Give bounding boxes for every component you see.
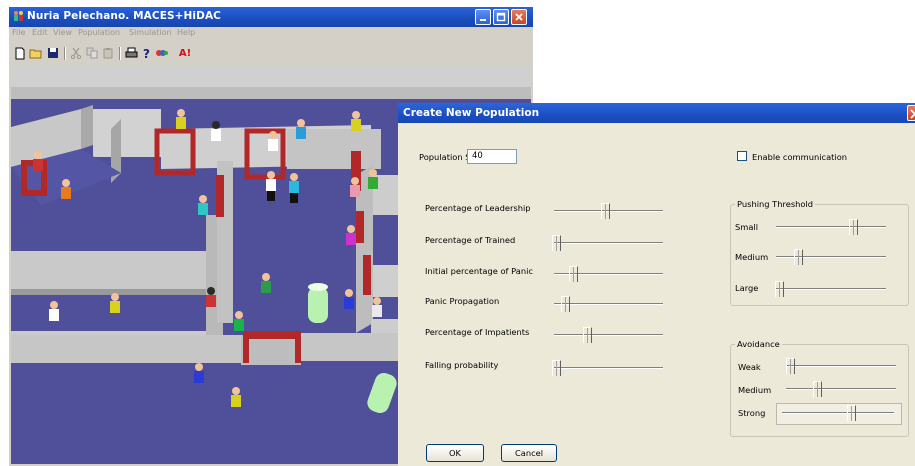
cancel-button[interactable]: Cancel (501, 444, 557, 462)
slider-thumb[interactable] (601, 203, 611, 219)
slider-thumb[interactable] (552, 235, 562, 251)
pushing-label-small: Small (735, 222, 759, 232)
print-button[interactable] (124, 46, 138, 60)
avoidance-label-strong: Strong (738, 408, 766, 418)
slider-thumb[interactable] (568, 266, 578, 282)
dialog-title: Create New Population (403, 107, 540, 119)
save-button[interactable] (46, 46, 60, 60)
avoidance-strong-slider[interactable] (782, 405, 894, 421)
ok-button[interactable]: OK (426, 444, 484, 462)
pushing-medium-slider[interactable] (776, 249, 886, 265)
minimize-icon (480, 19, 486, 21)
copy-button[interactable] (85, 46, 99, 60)
enable-communication-label: Enable communication (752, 152, 848, 162)
new-file-icon (15, 47, 25, 59)
trained-slider[interactable] (552, 235, 663, 251)
cut-button[interactable] (69, 46, 83, 60)
create-population-dialog: Create New Population Population Size: 4… (398, 103, 915, 466)
pushing-small-slider[interactable] (776, 219, 886, 235)
window-title: Nuria Pelechano. MACES+HiDAC (27, 10, 221, 22)
slider-thumb[interactable] (794, 249, 803, 265)
toolbar: ? A! (9, 42, 533, 64)
help-icon: ? (143, 47, 150, 60)
slider-label-panic: Initial percentage of Panic (425, 266, 533, 276)
falling-probability-slider[interactable] (552, 360, 663, 376)
app-icon (14, 11, 23, 21)
close-icon (910, 109, 915, 119)
menu-file[interactable]: File (12, 28, 25, 37)
pushing-label-medium: Medium (735, 252, 769, 262)
cut-icon (70, 47, 82, 59)
leadership-slider[interactable] (554, 203, 663, 219)
population-size-input[interactable]: 40 (467, 149, 517, 164)
main-titlebar[interactable]: Nuria Pelechano. MACES+HiDAC (9, 7, 533, 27)
about-button[interactable]: A! (177, 46, 193, 60)
menu-population[interactable]: Population (78, 28, 120, 37)
dialog-close-button[interactable] (907, 105, 915, 121)
color-button[interactable] (155, 46, 169, 60)
slider-thumb[interactable] (847, 405, 857, 421)
pushing-threshold-title: Pushing Threshold (735, 199, 816, 209)
slider-thumb[interactable] (812, 381, 822, 397)
initial-panic-slider[interactable] (554, 266, 663, 282)
slider-label-trained: Percentage of Trained (425, 235, 516, 245)
avoidance-label-medium: Medium (738, 385, 772, 395)
slider-thumb[interactable] (582, 327, 592, 343)
about-icon: A! (178, 47, 192, 59)
slider-thumb[interactable] (849, 219, 858, 235)
new-file-button[interactable] (13, 46, 27, 60)
pushing-label-large: Large (735, 283, 759, 293)
slider-thumb[interactable] (775, 281, 785, 297)
slider-label-falling: Falling probability (425, 360, 499, 370)
panic-propagation-slider[interactable] (554, 296, 663, 312)
color-icon (156, 50, 168, 56)
menu-edit[interactable]: Edit (32, 28, 48, 37)
menu-bar: File Edit View Population Simulation Hel… (9, 27, 533, 41)
help-button[interactable]: ? (140, 46, 154, 60)
slider-label-panic-propagation: Panic Propagation (425, 296, 500, 306)
copy-icon (86, 47, 98, 59)
pushing-large-slider[interactable] (775, 281, 886, 297)
paste-button[interactable] (101, 46, 115, 60)
avoidance-medium-slider[interactable] (786, 381, 896, 397)
slider-thumb[interactable] (552, 360, 562, 376)
slider-thumb[interactable] (786, 358, 796, 374)
maximize-button[interactable] (493, 9, 509, 25)
paste-icon (103, 48, 113, 59)
minimize-button[interactable] (475, 9, 491, 25)
avoidance-title: Avoidance (735, 339, 782, 349)
maximize-icon (496, 12, 506, 22)
print-icon (125, 47, 137, 58)
open-button[interactable] (29, 46, 43, 60)
open-folder-icon (29, 49, 42, 59)
slider-label-leadership: Percentage of Leadership (425, 203, 531, 213)
slider-label-impatients: Percentage of Impatients (425, 327, 530, 337)
close-button[interactable] (511, 9, 527, 25)
dialog-titlebar[interactable]: Create New Population (398, 103, 915, 123)
svg-text:?: ? (143, 47, 150, 60)
save-icon (48, 48, 58, 58)
menu-help[interactable]: Help (177, 28, 195, 37)
slider-thumb[interactable] (560, 296, 570, 312)
avoidance-label-weak: Weak (738, 362, 761, 372)
menu-simulation[interactable]: Simulation (129, 28, 172, 37)
menu-view[interactable]: View (53, 28, 72, 37)
avoidance-weak-slider[interactable] (786, 358, 896, 374)
enable-communication-checkbox[interactable] (737, 151, 747, 161)
impatients-slider[interactable] (554, 327, 663, 343)
close-icon (515, 13, 523, 21)
